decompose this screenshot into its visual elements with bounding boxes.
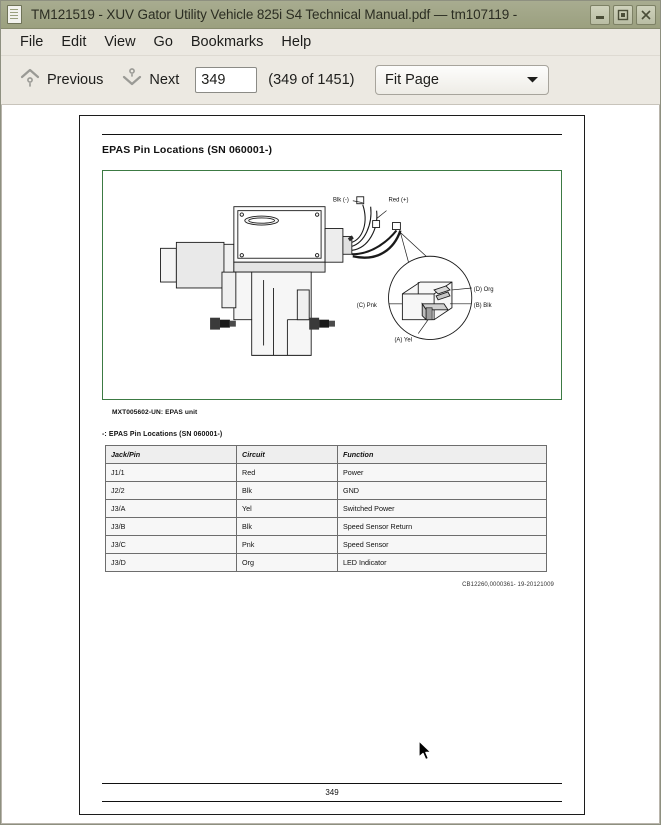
menu-item-view[interactable]: View — [95, 32, 144, 52]
cell-jack-pin: J1/1 — [105, 463, 237, 482]
next-page-button[interactable]: Next — [115, 63, 185, 98]
window-controls — [590, 4, 656, 25]
page-footer: 349 — [102, 783, 562, 802]
epas-unit-illustration: Blk (-) Red (+) (D) Org (B) Blk (C) Pnk … — [160, 196, 494, 356]
cell-function: Speed Sensor — [337, 535, 547, 554]
chevron-up-icon — [19, 66, 41, 95]
menu-item-bookmarks[interactable]: Bookmarks — [182, 32, 273, 52]
table-caption: -: EPAS Pin Locations (SN 060001-) — [102, 431, 562, 438]
document-view[interactable]: EPAS Pin Locations (SN 060001-) Blk (-) … — [1, 105, 660, 824]
cell-jack-pin: J3/D — [105, 553, 237, 572]
previous-page-label: Previous — [47, 72, 104, 88]
epas-unit-figure: Blk (-) Red (+) (D) Org (B) Blk (C) Pnk … — [102, 170, 562, 400]
table-row: J3/D Org LED Indicator — [105, 553, 547, 572]
toolbar: Previous Next (349 of 1451) Fit Page — [1, 56, 660, 105]
column-header-function: Function — [337, 445, 547, 464]
footer-page-number: 349 — [325, 788, 339, 797]
page-top-rule — [102, 134, 562, 135]
figure-label-pin-d: (D) Org — [474, 287, 494, 293]
cell-circuit: Red — [236, 463, 338, 482]
cell-function: LED Indicator — [337, 553, 547, 572]
section-heading: EPAS Pin Locations (SN 060001-) — [102, 144, 273, 156]
zoom-level-value: Fit Page — [385, 72, 439, 88]
minimize-button[interactable] — [590, 4, 610, 25]
table-row: J3/B Blk Speed Sensor Return — [105, 517, 547, 536]
figure-caption: MXT005602-UN: EPAS unit — [112, 409, 198, 416]
cell-jack-pin: J3/A — [105, 499, 237, 518]
table-caption-text: EPAS Pin Locations (SN 060001-) — [108, 431, 223, 438]
next-page-label: Next — [149, 72, 180, 88]
cell-circuit: Blk — [236, 481, 338, 500]
menu-item-help[interactable]: Help — [272, 32, 320, 52]
table-row: J2/2 Blk GND — [105, 481, 547, 500]
chevron-down-icon — [121, 66, 143, 95]
document-reference-code: CB12260,0000361- 19-20121009 — [462, 582, 554, 588]
cell-circuit: Yel — [236, 499, 338, 518]
table-row: J3/A Yel Switched Power — [105, 499, 547, 518]
table-header-row: Jack/Pin Circuit Function — [105, 445, 547, 464]
table-row: J3/C Pnk Speed Sensor — [105, 535, 547, 554]
footer-bottom-rule — [102, 801, 562, 802]
epas-pin-table: Jack/Pin Circuit Function J1/1 Red Power… — [105, 445, 547, 572]
footer-top-rule — [102, 783, 562, 784]
zoom-level-select[interactable]: Fit Page — [375, 65, 549, 95]
cell-circuit: Pnk — [236, 535, 338, 554]
window-title: TM121519 - XUV Gator Utility Vehicle 825… — [31, 7, 518, 22]
cell-jack-pin: J3/B — [105, 517, 237, 536]
cell-function: GND — [337, 481, 547, 500]
page-count-label: (349 of 1451) — [268, 72, 355, 88]
document-icon — [7, 5, 22, 24]
figure-label-pin-a: (A) Yel — [394, 338, 412, 344]
cell-function: Switched Power — [337, 499, 547, 518]
figure-label-pin-b: (B) Blk — [474, 303, 492, 309]
pdf-viewer-window: TM121519 - XUV Gator Utility Vehicle 825… — [0, 0, 661, 825]
cell-circuit: Org — [236, 553, 338, 572]
maximize-button[interactable] — [613, 4, 633, 25]
chevron-down-icon — [526, 71, 539, 89]
cell-circuit: Blk — [236, 517, 338, 536]
table-row: J1/1 Red Power — [105, 463, 547, 482]
figure-label-pin-c: (C) Pnk — [357, 303, 377, 309]
page-number-input[interactable] — [195, 67, 258, 93]
menu-item-file[interactable]: File — [11, 32, 52, 52]
menu-item-go[interactable]: Go — [145, 32, 182, 52]
close-button[interactable] — [636, 4, 656, 25]
column-header-circuit: Circuit — [236, 445, 338, 464]
figure-label-blk-negative: Blk (-) — [333, 198, 349, 204]
table-caption-marker: -: — [102, 431, 107, 438]
column-header-jack-pin: Jack/Pin — [105, 445, 237, 464]
figure-label-red-positive: Red (+) — [389, 198, 409, 204]
pdf-page: EPAS Pin Locations (SN 060001-) Blk (-) … — [79, 115, 585, 815]
cell-function: Speed Sensor Return — [337, 517, 547, 536]
cell-function: Power — [337, 463, 547, 482]
title-bar: TM121519 - XUV Gator Utility Vehicle 825… — [1, 1, 660, 29]
menu-bar: File Edit View Go Bookmarks Help — [1, 29, 660, 56]
cell-jack-pin: J3/C — [105, 535, 237, 554]
previous-page-button[interactable]: Previous — [13, 63, 109, 98]
cell-jack-pin: J2/2 — [105, 481, 237, 500]
menu-item-edit[interactable]: Edit — [52, 32, 95, 52]
